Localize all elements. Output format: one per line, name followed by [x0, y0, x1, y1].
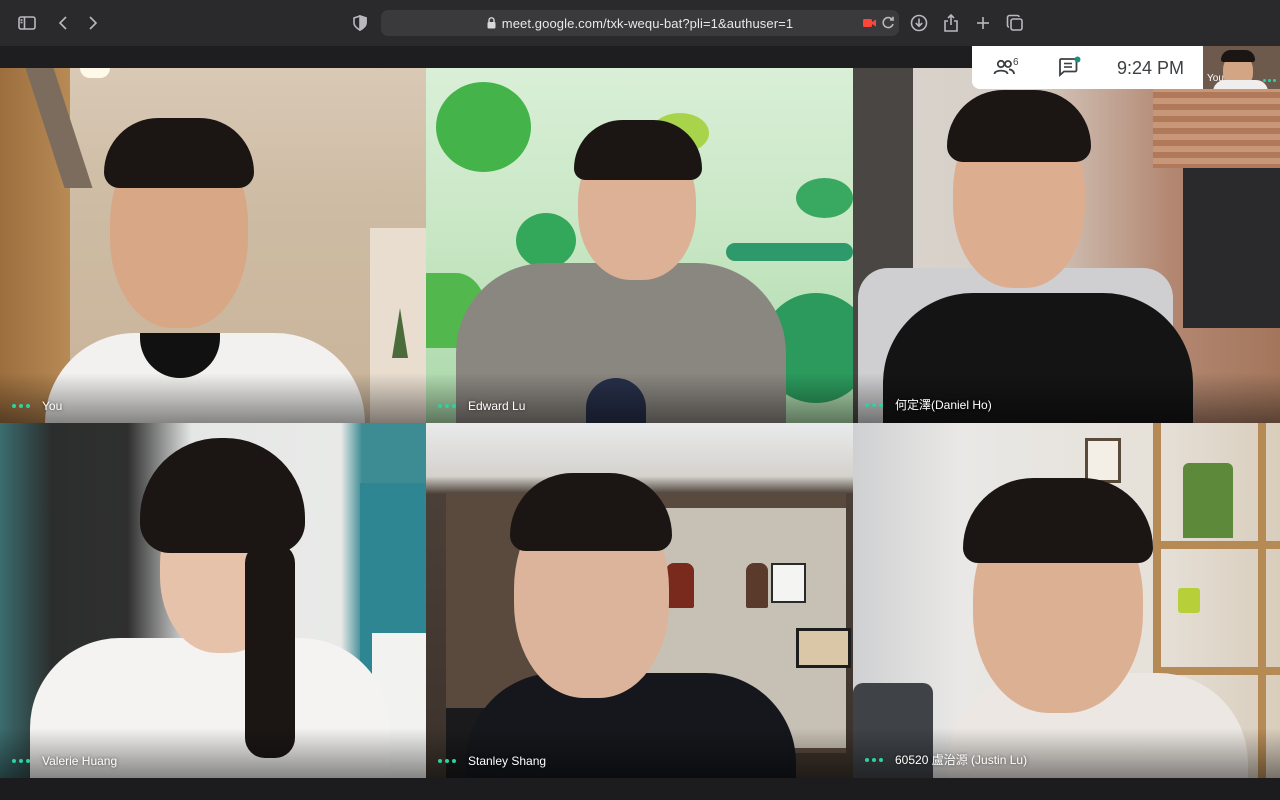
download-icon[interactable]: [907, 11, 931, 35]
participant-name: Valerie Huang: [42, 754, 118, 768]
stereo-system: [1183, 168, 1280, 328]
shield-icon[interactable]: [348, 11, 372, 35]
browser-toolbar: meet.google.com/txk-wequ-bat?pli=1&authu…: [0, 0, 1280, 46]
photo-frame: [1085, 438, 1121, 483]
video-tile-valerie-huang[interactable]: Valerie Huang: [0, 423, 426, 778]
video-tile-daniel-ho[interactable]: 何定澤(Daniel Ho): [853, 68, 1280, 423]
participant-name: Edward Lu: [468, 399, 526, 413]
sidebar-icon[interactable]: [15, 11, 39, 35]
fish-illustration: [796, 178, 853, 218]
fish-illustration: [516, 213, 576, 268]
bottle: [666, 563, 694, 608]
video-grid: You Edward Lu 何定澤(Daniel Ho) Valerie Hua…: [0, 68, 1280, 778]
new-tab-icon[interactable]: [971, 11, 995, 35]
shelf-post: [1258, 423, 1266, 778]
more-options-icon[interactable]: [438, 759, 456, 763]
chat-icon[interactable]: [1058, 56, 1082, 83]
clock-time: 9:24 PM: [1117, 58, 1185, 78]
video-tile-you[interactable]: You: [0, 68, 426, 423]
more-options-icon[interactable]: [12, 759, 30, 763]
participant-count: 6: [1013, 57, 1019, 68]
video-tile-edward-lu[interactable]: Edward Lu: [426, 68, 853, 423]
participant-name: You: [42, 399, 63, 413]
address-bar[interactable]: meet.google.com/txk-wequ-bat?pli=1&authu…: [381, 10, 899, 36]
pufferfish-illustration: [436, 82, 531, 172]
back-icon[interactable]: [51, 11, 75, 35]
more-options-icon[interactable]: [865, 757, 883, 762]
lock-icon: [487, 17, 496, 29]
page-bottom-strip: [0, 778, 1280, 800]
people-icon[interactable]: 6: [992, 56, 1022, 83]
fish-illustration: [726, 243, 853, 261]
self-view-label: You: [1207, 73, 1224, 84]
photo-frame: [796, 628, 851, 668]
url-text: meet.google.com/txk-wequ-bat?pli=1&authu…: [501, 15, 794, 31]
reload-icon[interactable]: [881, 14, 895, 35]
photo-frame: [771, 563, 806, 603]
self-view-thumbnail[interactable]: You: [1203, 46, 1280, 89]
meeting-info-panel: 6 9:24 PM: [972, 46, 1203, 89]
plant-pot: [1178, 588, 1200, 613]
plant: [1183, 463, 1233, 538]
more-options-icon[interactable]: [865, 402, 883, 407]
video-tile-justin-lu[interactable]: 60520 盧治源 (Justin Lu): [853, 423, 1280, 778]
share-icon[interactable]: [939, 11, 963, 35]
more-options-icon[interactable]: [438, 404, 456, 408]
participant-name: Stanley Shang: [468, 754, 547, 768]
more-options-icon[interactable]: [12, 404, 30, 408]
camera-icon[interactable]: [863, 15, 877, 33]
bottle: [746, 563, 768, 608]
ceiling-light: [80, 68, 110, 78]
forward-icon[interactable]: [81, 11, 105, 35]
participant-name: 60520 盧治源 (Justin Lu): [895, 753, 1028, 767]
more-options-icon[interactable]: [1263, 79, 1276, 82]
tabs-icon[interactable]: [1003, 11, 1027, 35]
participant-name: 何定澤(Daniel Ho): [895, 398, 992, 412]
video-tile-stanley-shang[interactable]: Stanley Shang: [426, 423, 853, 778]
